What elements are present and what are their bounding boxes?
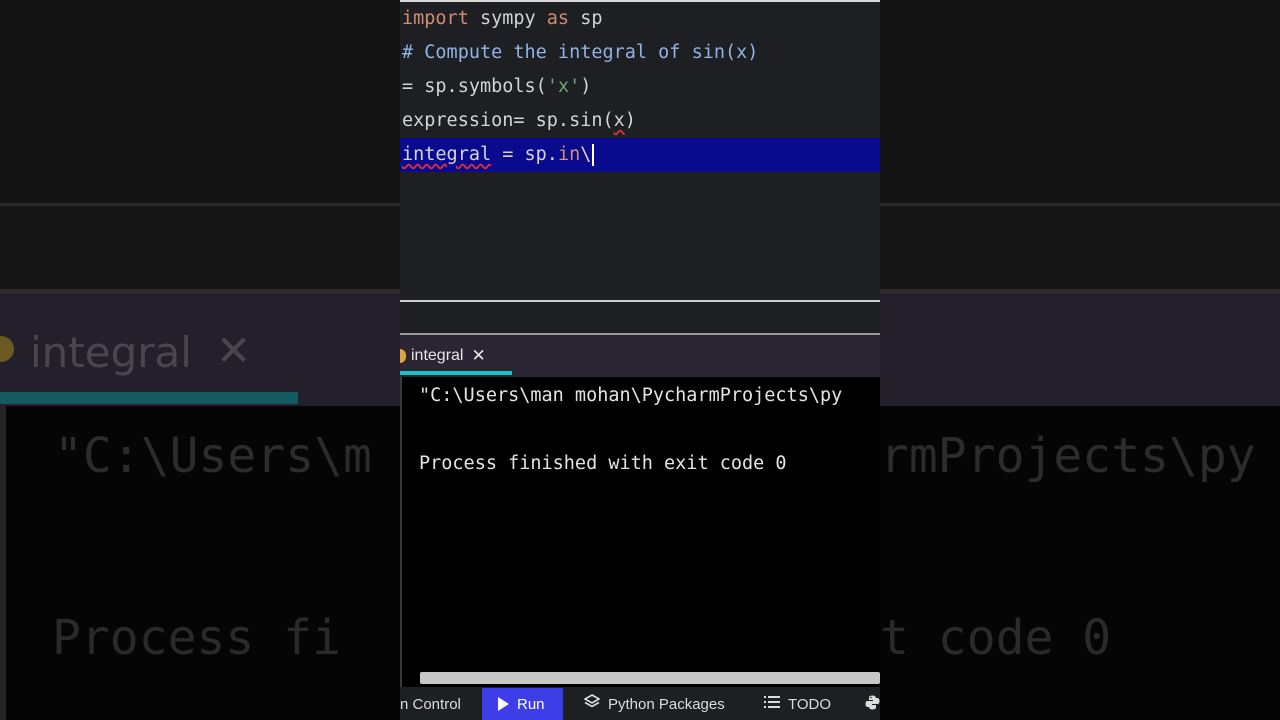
code-token: sympy	[468, 8, 547, 29]
code-token: import	[402, 8, 469, 29]
bg-console-text: rmProjects\py	[880, 428, 1256, 484]
python-file-icon	[400, 349, 406, 363]
code-token: 'x'	[546, 76, 581, 97]
todo-label: TODO	[788, 695, 832, 713]
layers-icon	[583, 694, 601, 714]
console-left-border	[400, 377, 402, 687]
console-exit-message: Process finished with exit code 0	[419, 453, 787, 474]
code-token: \	[580, 144, 592, 165]
run-console[interactable]: "C:\Users\man mohan\PycharmProjects\py P…	[400, 377, 880, 687]
close-icon[interactable]: ✕	[471, 346, 485, 366]
play-icon	[498, 697, 509, 711]
code-token: x	[613, 110, 625, 131]
bg-console-text: Process fi	[52, 610, 341, 666]
code-token: integral	[402, 144, 492, 165]
code-line-5-current[interactable]: integral = sp.in\	[400, 138, 880, 172]
bg-console-text: "C:\Users\m	[54, 428, 372, 484]
code-line-2[interactable]: # Compute the integral of sin(x)	[402, 36, 758, 70]
bg-console-border	[0, 406, 6, 720]
code-token: # Compute the integral of sin(x)	[402, 42, 759, 63]
tab-label: integral	[411, 347, 464, 364]
bg-close-icon: ✕	[216, 326, 252, 375]
code-token: = sp.	[491, 144, 558, 165]
text-caret	[592, 144, 595, 166]
python-console-button[interactable]	[865, 688, 880, 720]
code-token: )	[580, 76, 592, 97]
code-line-4[interactable]: expression= sp.sin(x)	[402, 104, 636, 138]
bg-tab-underline	[0, 392, 298, 404]
tab-active-underline	[400, 371, 512, 375]
tool-window-bar: n Control Run Python Packages TODO	[400, 688, 880, 720]
todo-button[interactable]: TODO	[764, 688, 831, 720]
version-control-button[interactable]: n Control	[400, 688, 478, 720]
code-editor[interactable]: import sympy as sp # Compute the integra…	[400, 2, 880, 300]
list-icon	[764, 695, 780, 713]
run-button[interactable]: Run	[482, 688, 563, 720]
python-packages-button[interactable]: Python Packages	[583, 688, 725, 720]
code-token: as	[546, 8, 570, 29]
code-token: in	[557, 144, 581, 165]
panel-gap	[400, 302, 880, 334]
horizontal-scrollbar[interactable]	[420, 672, 880, 684]
ide-window: import sympy as sp # Compute the integra…	[400, 0, 880, 720]
python-icon	[865, 695, 880, 714]
python-packages-label: Python Packages	[608, 695, 725, 713]
code-line-1[interactable]: import sympy as sp	[402, 2, 603, 36]
bg-tab-label: integral	[30, 328, 192, 377]
console-command-line: "C:\Users\man mohan\PycharmProjects\py	[419, 385, 843, 406]
bg-console-text: t code 0	[880, 610, 1112, 666]
code-token: )	[624, 110, 636, 131]
code-line-3[interactable]: = sp.symbols('x')	[402, 70, 591, 104]
code-token: sp.symbols(	[424, 76, 547, 97]
code-token: expression= sp.sin(	[402, 110, 614, 131]
run-label: Run	[517, 695, 545, 713]
code-token: sp	[569, 8, 603, 29]
version-control-label: n Control	[400, 695, 461, 713]
code-token: =	[402, 76, 425, 97]
